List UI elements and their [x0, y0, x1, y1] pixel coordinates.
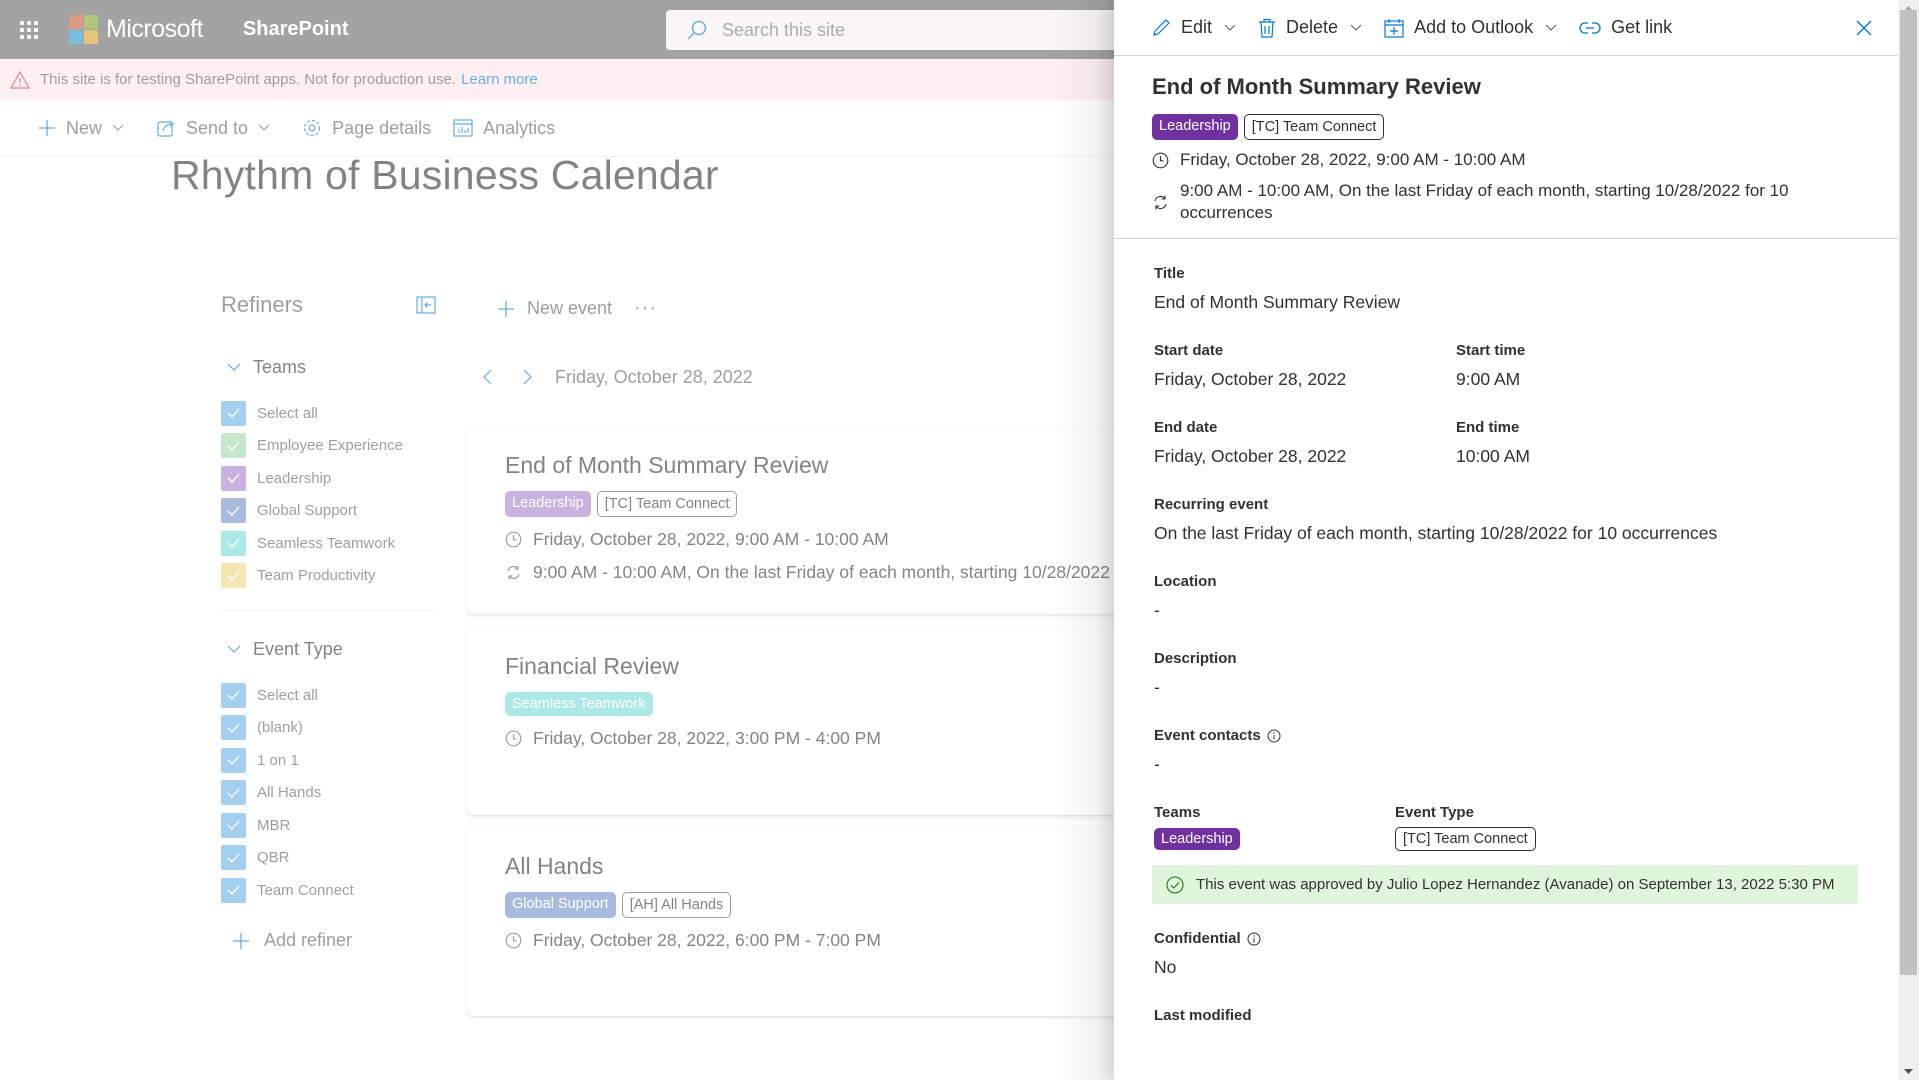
info-icon[interactable] — [1267, 729, 1281, 743]
add-to-outlook-button[interactable]: Add to Outlook — [1384, 17, 1557, 38]
caret-down-icon — [1904, 1069, 1913, 1074]
event-fields: Title End of Month Summary Review Start … — [1114, 239, 1898, 1024]
link-icon — [1579, 21, 1601, 34]
field-confidential: Confidential No — [1154, 930, 1858, 979]
field-last-modified: Last modified — [1154, 1007, 1252, 1024]
get-link-button[interactable]: Get link — [1579, 17, 1672, 38]
field-start-time: Start time 9:00 AM — [1456, 342, 1526, 389]
edit-button[interactable]: Edit — [1152, 17, 1236, 38]
pencil-icon — [1153, 19, 1170, 36]
event-type-tag: [TC] Team Connect — [1395, 827, 1536, 851]
event-details-panel: Edit Delete Add to Outlook Get link End … — [1114, 0, 1898, 1080]
team-tag: Leadership — [1154, 828, 1240, 850]
chevron-down-icon — [1350, 24, 1362, 31]
field-title: Title End of Month Summary Review — [1154, 265, 1401, 312]
datetime-text: Friday, October 28, 2022, 9:00 AM - 10:0… — [1180, 150, 1526, 169]
check-circle-icon — [1166, 875, 1184, 894]
chevron-down-icon — [1545, 24, 1557, 31]
field-description: Description - — [1154, 650, 1237, 697]
calendar-add-icon — [1384, 18, 1404, 38]
close-icon — [1856, 20, 1872, 36]
approval-banner: This event was approved by Julio Lopez H… — [1152, 865, 1858, 904]
get-link-label: Get link — [1611, 17, 1673, 37]
scrollbar-thumb[interactable] — [1900, 10, 1917, 975]
panel-header: End of Month Summary Review Leadership [… — [1114, 56, 1898, 239]
event-datetime: Friday, October 28, 2022, 9:00 AM - 10:0… — [1152, 150, 1860, 170]
delete-label: Delete — [1286, 17, 1339, 37]
field-teams: Teams Leadership — [1154, 804, 1395, 865]
trash-icon — [1259, 18, 1276, 38]
field-recurring-event: Recurring event On the last Friday of ea… — [1154, 496, 1718, 543]
event-recurrence: 9:00 AM - 10:00 AM, On the last Friday o… — [1152, 180, 1860, 224]
chevron-down-icon — [1224, 24, 1236, 31]
field-event-type: Event Type [TC] Team Connect — [1395, 804, 1695, 865]
panel-overlay[interactable] — [0, 0, 1114, 1080]
field-start-date: Start date Friday, October 28, 2022 — [1154, 342, 1347, 389]
close-panel-button[interactable] — [1850, 14, 1878, 42]
event-type-tag: [TC] Team Connect — [1243, 114, 1385, 140]
field-location: Location - — [1154, 573, 1217, 620]
recurrence-text: 9:00 AM - 10:00 AM, On the last Friday o… — [1180, 181, 1789, 222]
team-tag: Leadership — [1152, 114, 1238, 140]
field-end-time: End time 10:00 AM — [1456, 419, 1530, 466]
info-icon[interactable] — [1247, 932, 1261, 946]
add-to-outlook-label: Add to Outlook — [1414, 17, 1534, 37]
delete-button[interactable]: Delete — [1258, 17, 1362, 38]
panel-scrollbar[interactable] — [1898, 0, 1919, 1080]
recurrence-icon — [1154, 195, 1167, 209]
edit-label: Edit — [1181, 17, 1213, 37]
panel-event-title: End of Month Summary Review — [1152, 74, 1481, 99]
panel-command-bar: Edit Delete Add to Outlook Get link — [1114, 0, 1898, 56]
clock-icon — [1152, 152, 1169, 168]
approval-text: This event was approved by Julio Lopez H… — [1196, 876, 1835, 893]
scroll-down-button[interactable] — [1898, 1063, 1919, 1080]
panel-shadow — [1050, 0, 1114, 1080]
field-event-contacts: Event contacts - — [1154, 727, 1858, 776]
field-end-date: End date Friday, October 28, 2022 — [1154, 419, 1347, 466]
